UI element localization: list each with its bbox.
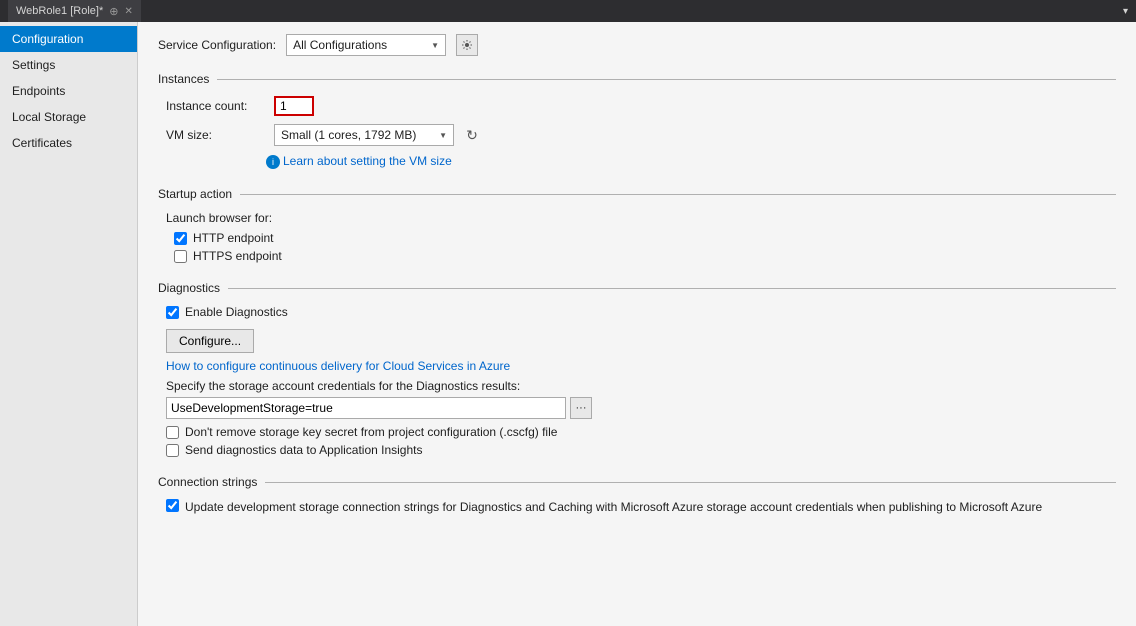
info-icon: i xyxy=(266,155,280,169)
https-endpoint-label: HTTPS endpoint xyxy=(193,249,282,263)
connection-strings-section: Connection strings Update development st… xyxy=(158,475,1116,516)
vm-refresh-button[interactable]: ↻ xyxy=(462,125,482,145)
storage-browse-button[interactable]: ··· xyxy=(570,397,592,419)
sidebar-item-certificates[interactable]: Certificates xyxy=(0,130,137,156)
instances-title: Instances xyxy=(158,72,209,86)
sidebar-item-configuration[interactable]: Configuration xyxy=(0,26,137,52)
dont-remove-label: Don't remove storage key secret from pro… xyxy=(185,425,557,439)
dont-remove-checkbox[interactable] xyxy=(166,426,179,439)
startup-group: Launch browser for: HTTP endpoint HTTPS … xyxy=(166,211,1116,263)
vm-dropdown-arrow-icon: ▼ xyxy=(439,131,447,140)
enable-diagnostics-row: Enable Diagnostics xyxy=(166,305,1116,319)
enable-diagnostics-label: Enable Diagnostics xyxy=(185,305,288,319)
learn-vm-link[interactable]: iLearn about setting the VM size xyxy=(266,154,1116,169)
diagnostics-section: Diagnostics Enable Diagnostics Configure… xyxy=(158,281,1116,457)
https-endpoint-row: HTTPS endpoint xyxy=(174,249,1116,263)
instance-count-row: Instance count: xyxy=(166,96,1116,116)
sidebar-item-local-storage[interactable]: Local Storage xyxy=(0,104,137,130)
http-endpoint-row: HTTP endpoint xyxy=(174,231,1116,245)
update-connection-row: Update development storage connection st… xyxy=(166,499,1116,516)
instance-count-label: Instance count: xyxy=(166,99,266,113)
startup-header: Startup action xyxy=(158,187,1116,201)
service-config-settings-button[interactable] xyxy=(456,34,478,56)
service-config-label: Service Configuration: xyxy=(158,38,276,52)
http-endpoint-checkbox[interactable] xyxy=(174,232,187,245)
send-diagnostics-row: Send diagnostics data to Application Ins… xyxy=(166,443,1116,457)
main-layout: Configuration Settings Endpoints Local S… xyxy=(0,22,1136,626)
dropdown-arrow-icon: ▼ xyxy=(431,41,439,50)
launch-browser-label: Launch browser for: xyxy=(166,211,1116,225)
connection-strings-title: Connection strings xyxy=(158,475,257,489)
vm-size-dropdown[interactable]: Small (1 cores, 1792 MB) ▼ xyxy=(274,124,454,146)
title-bar: WebRole1 [Role]* ⊕ ✕ ▾ xyxy=(0,0,1136,22)
settings-icon xyxy=(461,39,473,51)
storage-input-row: ··· xyxy=(166,397,1116,419)
sidebar-item-settings[interactable]: Settings xyxy=(0,52,137,78)
send-diagnostics-label: Send diagnostics data to Application Ins… xyxy=(185,443,423,457)
sidebar-item-endpoints[interactable]: Endpoints xyxy=(0,78,137,104)
startup-action-section: Startup action Launch browser for: HTTP … xyxy=(158,187,1116,263)
diagnostics-header: Diagnostics xyxy=(158,281,1116,295)
instance-count-input[interactable] xyxy=(274,96,314,116)
update-connection-checkbox[interactable] xyxy=(166,499,179,512)
http-endpoint-label: HTTP endpoint xyxy=(193,231,274,245)
diagnostics-title: Diagnostics xyxy=(158,281,220,295)
startup-divider xyxy=(240,194,1116,195)
scroll-arrow-icon[interactable]: ▾ xyxy=(1123,6,1128,17)
vm-size-label: VM size: xyxy=(166,128,266,142)
configure-button[interactable]: Configure... xyxy=(166,329,254,353)
content-area: Service Configuration: All Configuration… xyxy=(138,22,1136,626)
instances-section: Instances Instance count: VM size: Small… xyxy=(158,72,1116,169)
instances-header: Instances xyxy=(158,72,1116,86)
enable-diagnostics-checkbox[interactable] xyxy=(166,306,179,319)
close-icon[interactable]: ✕ xyxy=(124,6,132,17)
service-config-row: Service Configuration: All Configuration… xyxy=(158,34,1116,56)
dont-remove-row: Don't remove storage key secret from pro… xyxy=(166,425,1116,439)
send-diagnostics-checkbox[interactable] xyxy=(166,444,179,457)
learn-link-row: iLearn about setting the VM size xyxy=(266,154,1116,169)
title-tab[interactable]: WebRole1 [Role]* ⊕ ✕ xyxy=(8,0,141,22)
https-endpoint-checkbox[interactable] xyxy=(174,250,187,263)
storage-desc: Specify the storage account credentials … xyxy=(166,379,1116,393)
startup-title: Startup action xyxy=(158,187,232,201)
vm-size-row: VM size: Small (1 cores, 1792 MB) ▼ ↻ xyxy=(166,124,1116,146)
connection-strings-divider xyxy=(265,482,1116,483)
storage-account-input[interactable] xyxy=(166,397,566,419)
service-config-dropdown[interactable]: All Configurations ▼ xyxy=(286,34,446,56)
title-tab-label: WebRole1 [Role]* xyxy=(16,5,103,17)
diagnostics-divider xyxy=(228,288,1116,289)
pin-icon[interactable]: ⊕ xyxy=(109,5,118,18)
continuous-delivery-link[interactable]: How to configure continuous delivery for… xyxy=(166,359,1116,373)
connection-strings-header: Connection strings xyxy=(158,475,1116,489)
update-connection-label: Update development storage connection st… xyxy=(185,499,1042,516)
sidebar: Configuration Settings Endpoints Local S… xyxy=(0,22,138,626)
instances-divider xyxy=(217,79,1116,80)
